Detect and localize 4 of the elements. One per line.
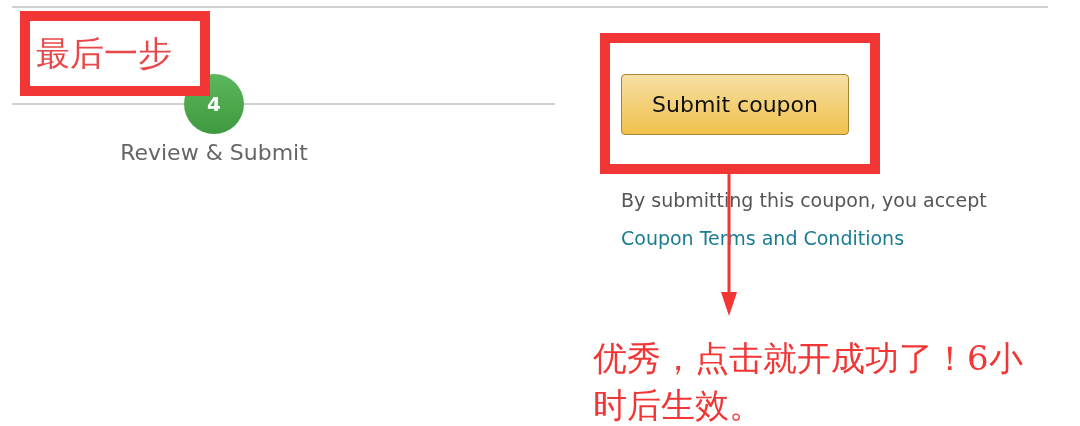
annotation-text: 优秀，点击就开成功了！6小时后生效。	[593, 337, 1024, 426]
step-label: Review & Submit	[119, 140, 309, 165]
annotation-text: 最后一步	[36, 31, 172, 75]
submit-coupon-button[interactable]: Submit coupon	[621, 74, 849, 135]
